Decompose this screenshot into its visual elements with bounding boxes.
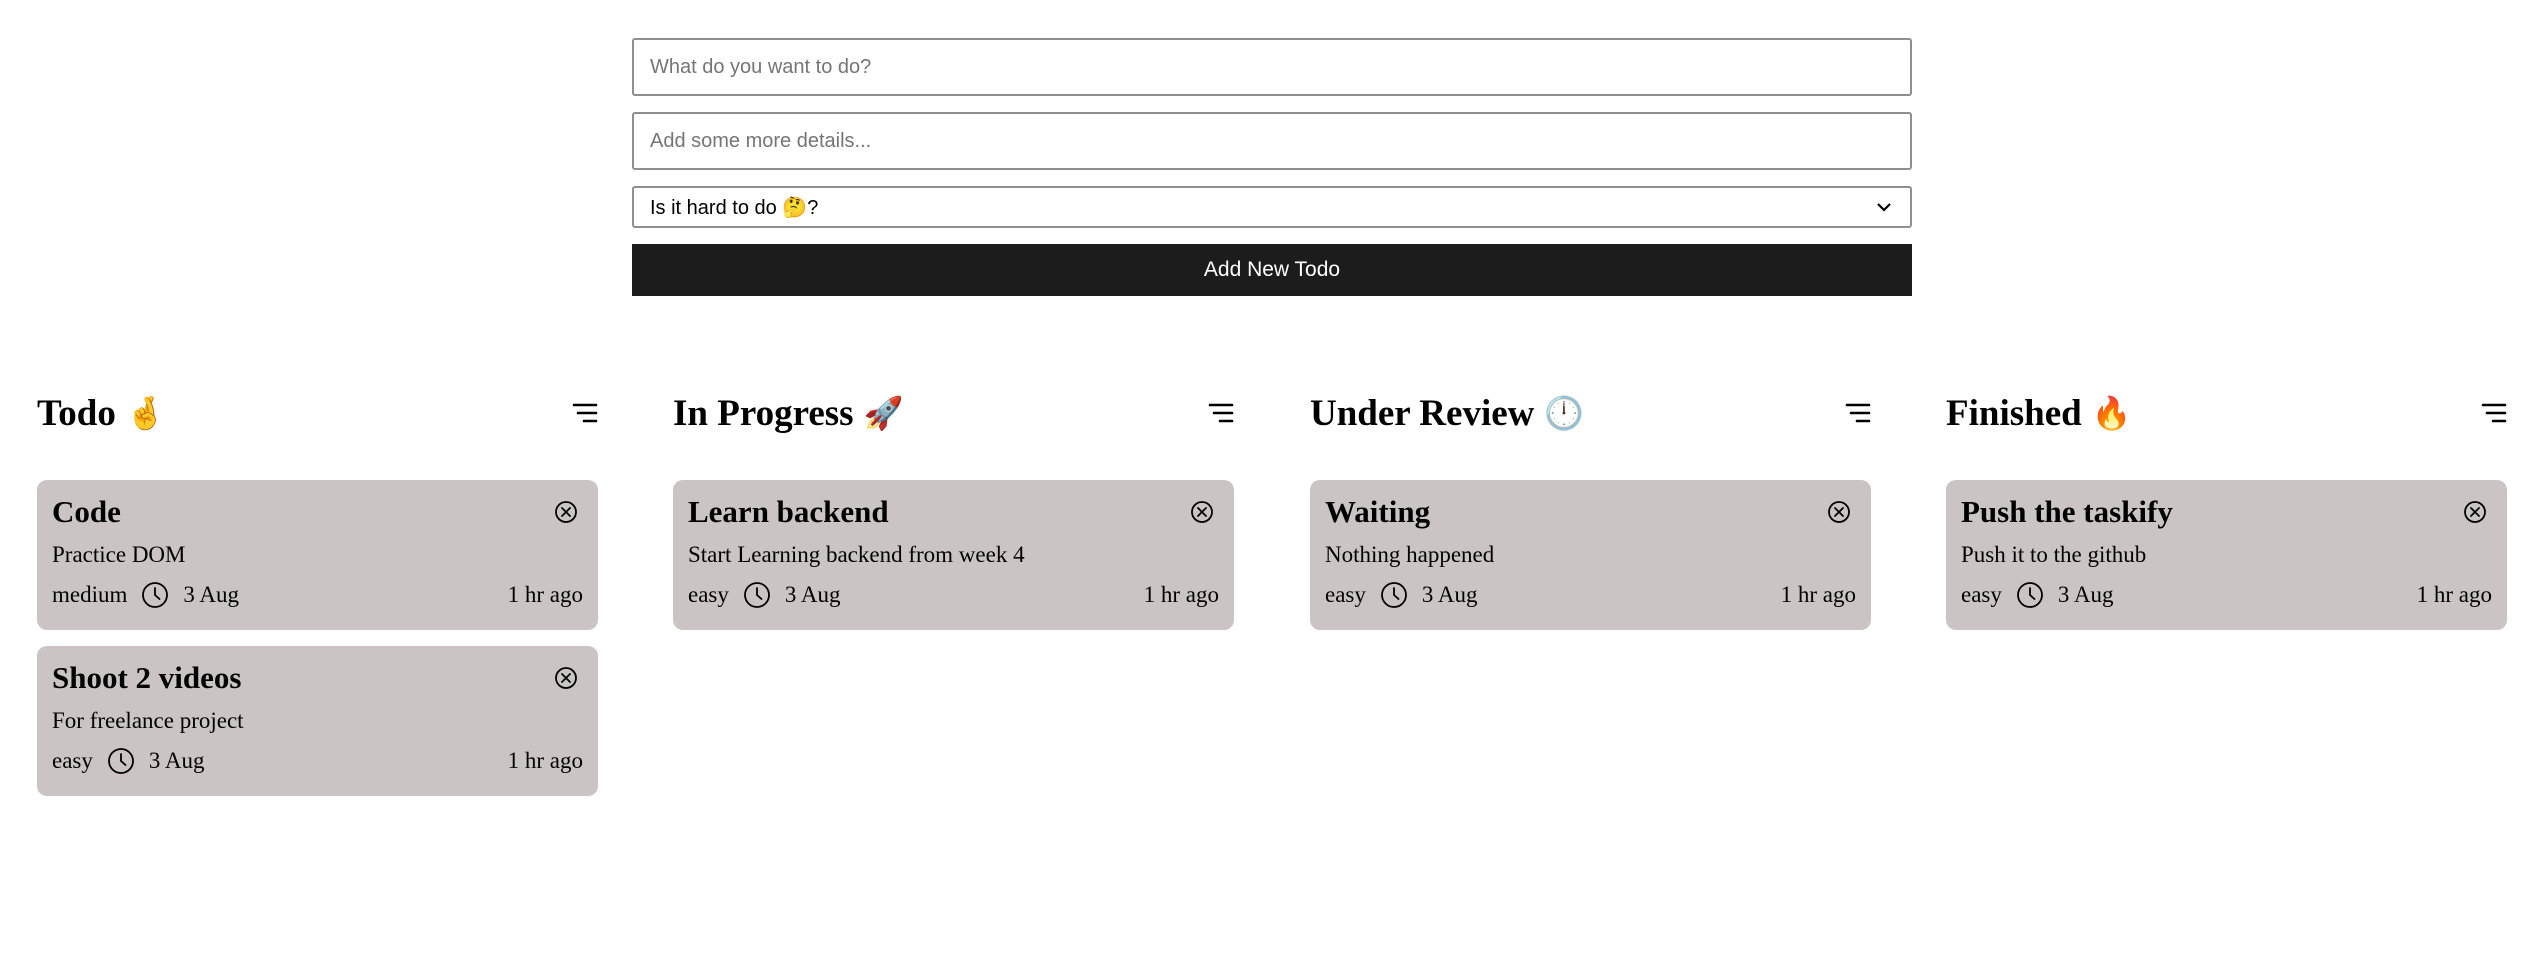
card-time-ago: 1 hr ago [1780,582,1856,607]
card-list: Learn backend Start Learning backend fro… [673,480,1234,630]
task-card[interactable]: Push the taskify Push it to the github e… [1946,480,2507,630]
card-meta: easy 3 Aug 1 hr ago [52,746,583,776]
column-emoji: 🕛 [1544,394,1585,432]
sort-lines-icon[interactable] [1208,401,1234,425]
card-time-ago: 1 hr ago [2416,582,2492,607]
close-circle-icon[interactable] [2463,500,2487,524]
clock-icon [142,582,169,608]
column-header: Todo 🤞 [37,388,598,438]
column-title-text: Todo [37,392,116,434]
clock-icon [107,748,134,774]
card-date: 3 Aug [1421,582,1478,607]
column-title-text: In Progress [673,392,854,434]
card-title: Learn backend [688,494,889,529]
add-new-todo-button[interactable]: Add New Todo [632,244,1912,296]
card-description: Practice DOM [52,542,186,567]
column-header: In Progress 🚀 [673,388,1234,438]
difficulty-select[interactable]: Is it hard to do 🤔? [632,186,1912,228]
card-title: Waiting [1325,494,1431,529]
column-title: Under Review 🕛 [1310,392,1584,435]
new-todo-form: Is it hard to do 🤔? Add New Todo [632,38,1912,296]
clock-icon [743,582,770,608]
column-emoji: 🚀 [863,394,904,432]
card-meta: easy 3 Aug 1 hr ago [1961,580,2492,610]
column-emoji: 🤞 [125,394,166,432]
close-circle-icon[interactable] [554,500,578,524]
clock-icon [2016,582,2043,608]
card-time-ago: 1 hr ago [507,748,583,773]
task-card[interactable]: Shoot 2 videos For freelance project eas… [37,646,598,796]
close-circle-icon[interactable] [554,666,578,690]
column-finished: Finished 🔥 Push the taskify Push it to t… [1946,388,2507,646]
card-date: 3 Aug [183,582,239,607]
column-title: Finished 🔥 [1946,392,2132,435]
close-circle-icon[interactable] [1190,500,1214,524]
column-under-review: Under Review 🕛 Waiting Nothing happened … [1310,388,1871,646]
card-difficulty: easy [688,582,729,607]
todo-title-input[interactable] [632,38,1912,96]
clock-icon [1380,582,1407,608]
column-todo: Todo 🤞 Code Practice DOM medium 3 Aug 1 … [37,388,598,812]
card-list: Waiting Nothing happened easy 3 Aug 1 hr… [1310,480,1871,630]
column-title: In Progress 🚀 [673,392,903,435]
card-list: Code Practice DOM medium 3 Aug 1 hr ago [37,480,598,796]
card-list: Push the taskify Push it to the github e… [1946,480,2507,630]
difficulty-select-value: Is it hard to do 🤔? [650,196,819,219]
column-header: Finished 🔥 [1946,388,2507,438]
todo-details-input[interactable] [632,112,1912,170]
task-card[interactable]: Learn backend Start Learning backend fro… [673,480,1234,630]
card-time-ago: 1 hr ago [507,582,583,607]
card-difficulty: easy [52,748,93,773]
column-title-text: Finished [1946,392,2082,434]
close-circle-icon[interactable] [1827,500,1851,524]
column-title: Todo 🤞 [37,392,166,435]
column-header: Under Review 🕛 [1310,388,1871,438]
card-time-ago: 1 hr ago [1143,582,1219,607]
card-difficulty: medium [52,582,128,607]
task-card[interactable]: Code Practice DOM medium 3 Aug 1 hr ago [37,480,598,630]
sort-lines-icon[interactable] [572,401,598,425]
card-title: Shoot 2 videos [52,660,242,695]
card-description: Nothing happened [1325,542,1495,567]
card-date: 3 Aug [2057,582,2114,607]
card-description: For freelance project [52,708,244,733]
sort-lines-icon[interactable] [1845,401,1871,425]
card-description: Start Learning backend from week 4 [688,542,1025,567]
task-card[interactable]: Waiting Nothing happened easy 3 Aug 1 hr… [1310,480,1871,630]
card-title: Code [52,494,121,529]
card-date: 3 Aug [148,748,205,773]
sort-lines-icon[interactable] [2481,401,2507,425]
chevron-down-icon [1877,203,1891,212]
card-difficulty: easy [1961,582,2002,607]
column-in-progress: In Progress 🚀 Learn backend Start Learni… [673,388,1234,646]
column-emoji: 🔥 [2091,394,2132,432]
column-title-text: Under Review [1310,392,1535,434]
card-meta: easy 3 Aug 1 hr ago [688,580,1219,610]
card-description: Push it to the github [1961,542,2147,567]
card-date: 3 Aug [784,582,841,607]
card-difficulty: easy [1325,582,1366,607]
card-title: Push the taskify [1961,494,2173,529]
card-meta: medium 3 Aug 1 hr ago [52,580,583,610]
card-meta: easy 3 Aug 1 hr ago [1325,580,1856,610]
